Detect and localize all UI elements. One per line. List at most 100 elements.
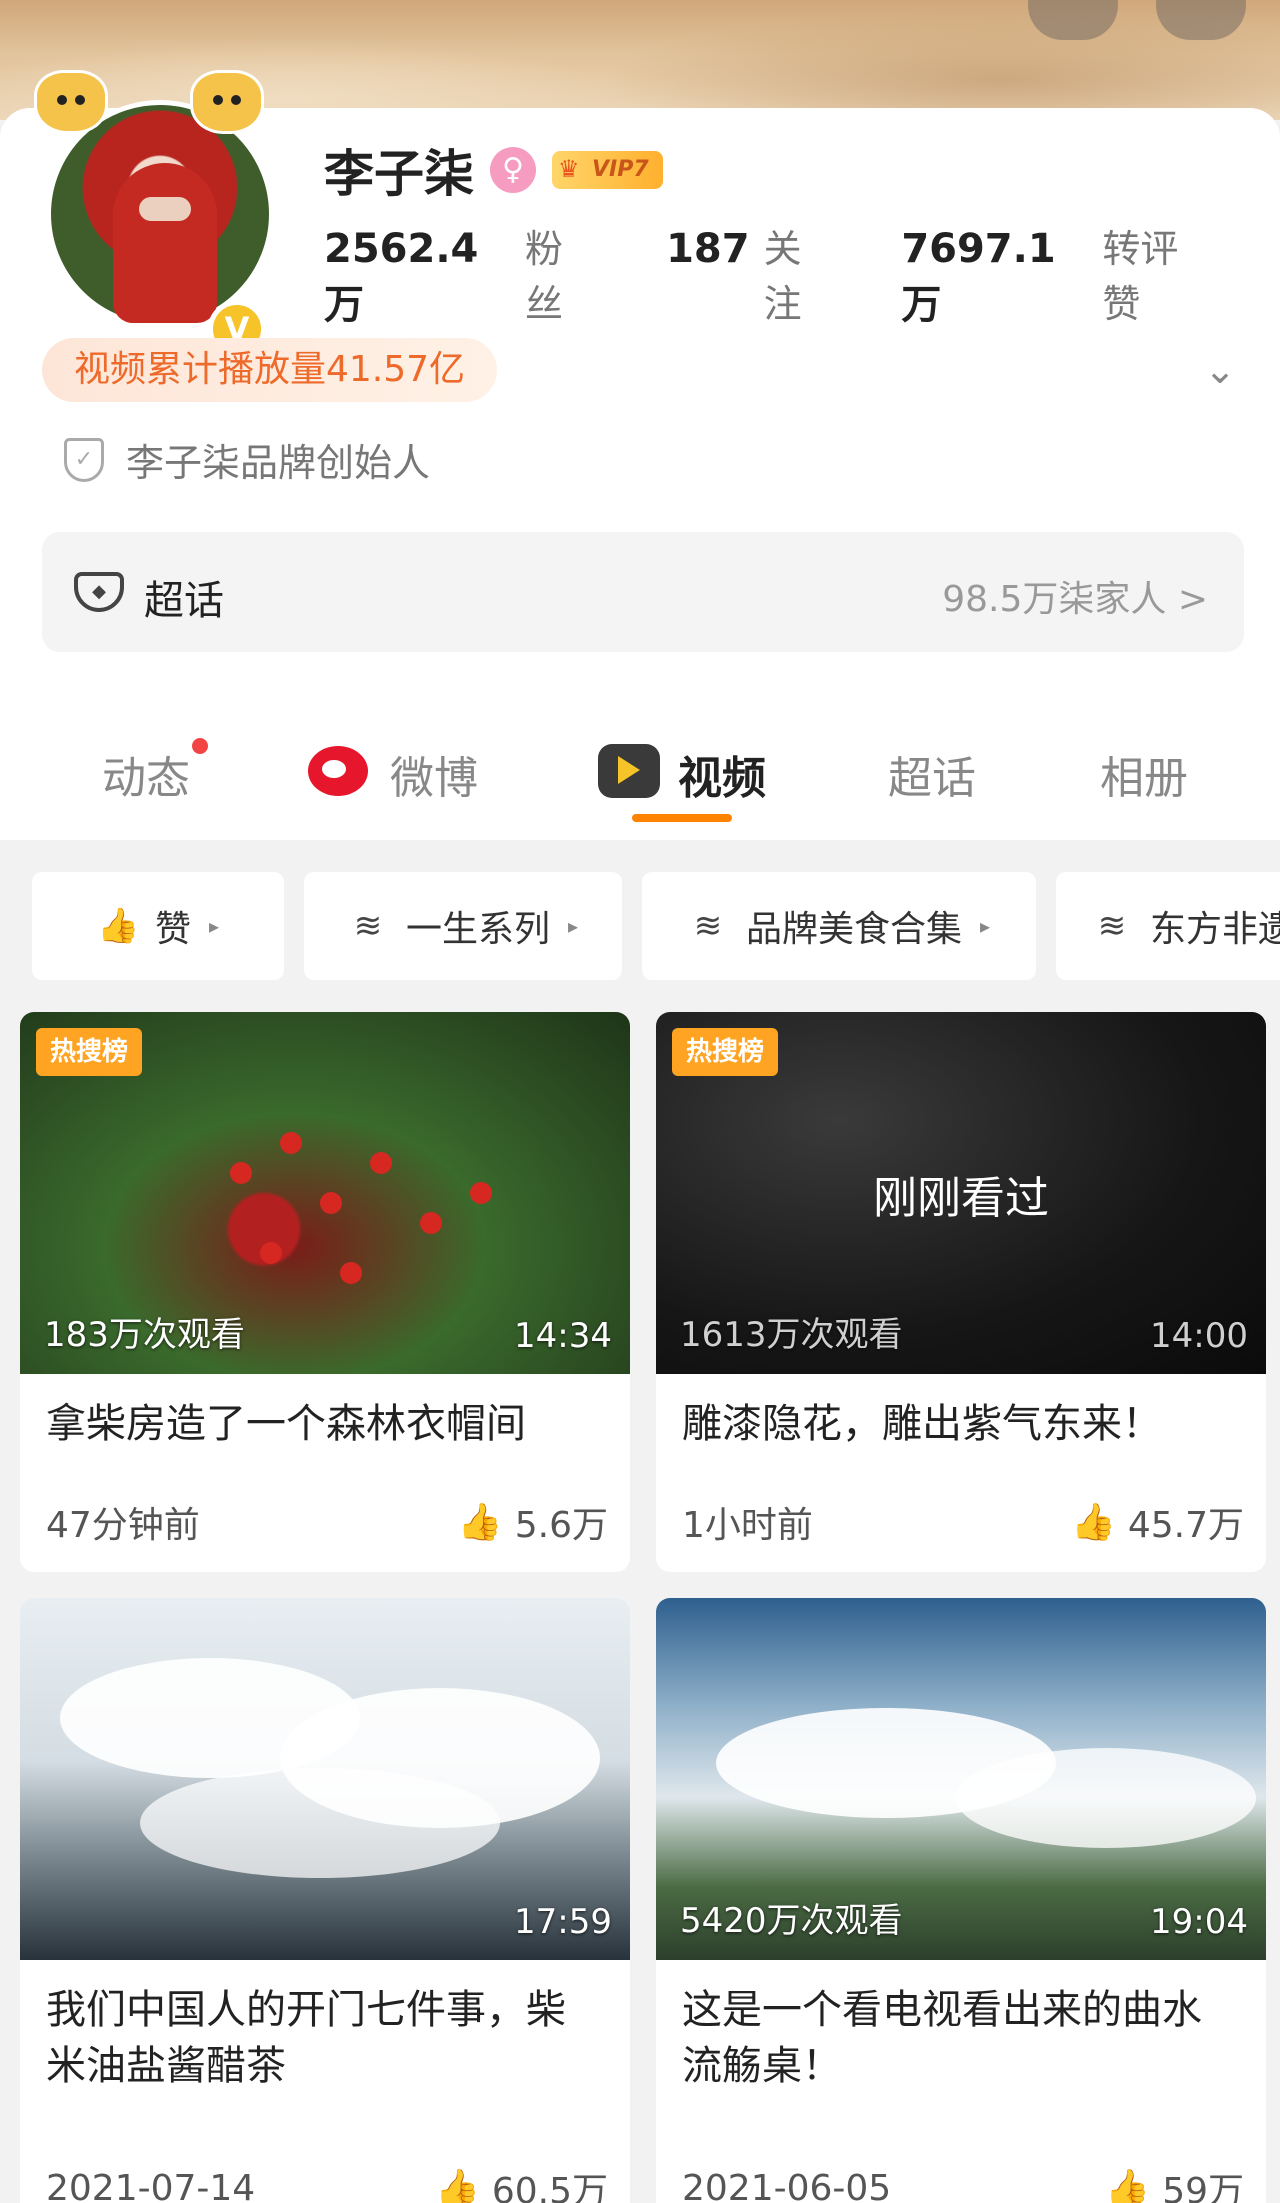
video-card[interactable]: 17:59 我们中国人的开门七件事，柴米油盐酱醋茶 2021-07-14 👍 6… (20, 1598, 630, 2203)
like-count: 5.6万 (514, 1505, 608, 1546)
vip-label: VIP7 (592, 157, 649, 182)
video-duration: 17:59 (514, 1902, 612, 1942)
avatar[interactable] (46, 100, 274, 328)
diamond-icon: ◆ (74, 572, 124, 612)
video-meta: 2021-06-05 👍 59万 (682, 2162, 1244, 2203)
video-thumbnail[interactable]: 5420万次观看 19:04 (656, 1598, 1266, 1960)
tab-label: 动态 (102, 753, 190, 804)
video-card[interactable]: 热搜榜 183万次观看 14:34 拿柴房造了一个森林衣帽间 47分钟前 👍 5… (20, 1012, 630, 1572)
supertopic-entry[interactable]: ◆ 超话 98.5万柒家人 > (42, 532, 1244, 652)
thumbs-up-icon: 👍 (435, 2168, 480, 2203)
post-time: 1小时前 (682, 1505, 813, 1546)
female-gender-icon: ♀ (490, 147, 536, 193)
tab-album[interactable]: 相册 (1100, 742, 1188, 806)
thumbs-up-icon: 👍 (457, 1502, 503, 1543)
post-time: 2021-07-14 (46, 2167, 256, 2203)
video-card[interactable]: 5420万次观看 19:04 这是一个看电视看出来的曲水流觞桌！ 2021-06… (656, 1598, 1266, 2203)
profile-name: 李子柒 (324, 145, 474, 203)
following-stat[interactable]: 187 关注 (666, 218, 833, 328)
chip-like[interactable]: 👍 赞 ▸ (32, 872, 284, 980)
avatar-figure (113, 163, 217, 323)
view-count: 5420万次观看 (680, 1901, 903, 1941)
vip-badge[interactable]: ♛ VIP7 (552, 151, 663, 189)
avatar-wrapper: V (34, 70, 280, 358)
tab-video[interactable]: 视频 (678, 742, 766, 806)
ox-sticker-icon (190, 70, 264, 134)
video-meta: 2021-07-14 👍 60.5万 (46, 2162, 608, 2203)
video-title: 雕漆隐花，雕出紫气东来！ (682, 1401, 1162, 1447)
chip-food-collection[interactable]: ≋ 品牌美食合集 ▸ (642, 872, 1036, 980)
crown-icon: ♛ (558, 155, 580, 183)
video-meta: 47分钟前 👍 5.6万 (46, 1496, 608, 1548)
like-button[interactable]: 👍 45.7万 (1071, 1496, 1244, 1548)
video-thumbnail[interactable]: 热搜榜 刚刚看过 1613万次观看 14:00 (656, 1012, 1266, 1374)
video-play-icon (598, 744, 660, 798)
video-meta: 1小时前 👍 45.7万 (682, 1496, 1244, 1548)
play-count-badge[interactable]: 视频累计播放量41.57亿 (42, 338, 498, 402)
post-time: 2021-06-05 (682, 2167, 892, 2203)
video-title: 这是一个看电视看出来的曲水流觞桌！ (682, 1987, 1202, 2089)
video-thumbnail[interactable]: 热搜榜 183万次观看 14:34 (20, 1012, 630, 1374)
stat-number: 7697.1万 (901, 226, 1056, 328)
notification-dot (192, 738, 208, 754)
video-duration: 14:34 (514, 1316, 612, 1356)
stat-label: 粉丝 (524, 227, 563, 326)
video-duration: 19:04 (1150, 1902, 1248, 1942)
video-card[interactable]: 热搜榜 刚刚看过 1613万次观看 14:00 雕漆隐花，雕出紫气东来！ 1小时… (656, 1012, 1266, 1572)
video-duration: 14:00 (1150, 1316, 1248, 1356)
video-thumbnail[interactable]: 17:59 (20, 1598, 630, 1960)
like-count: 45.7万 (1127, 1505, 1244, 1546)
like-button[interactable]: 👍 5.6万 (458, 1496, 608, 1548)
verification-info: ✓ 李子柒品牌创始人 (64, 432, 430, 487)
thumbs-up-icon: 👍 (1105, 2168, 1151, 2203)
chip-heritage[interactable]: ≋ 东方非遗 (1056, 872, 1280, 980)
profile-stats: 2562.4万 粉丝 187 关注 7697.1万 转评赞 (324, 218, 1280, 330)
layers-icon: ≋ (693, 906, 723, 946)
caret-right-icon: ▸ (567, 914, 579, 938)
filter-chips: 👍 赞 ▸ ≋ 一生系列 ▸ ≋ 品牌美食合集 ▸ ≋ 东方非遗 (0, 872, 1280, 982)
chip-label: 赞 (154, 909, 191, 950)
post-time: 47分钟前 (46, 1505, 200, 1546)
interactions-stat[interactable]: 7697.1万 转评赞 (901, 218, 1212, 330)
layers-icon: ≋ (353, 906, 383, 946)
chip-label: 一生系列 (405, 909, 550, 950)
view-count: 1613万次观看 (680, 1315, 903, 1355)
chevron-down-icon[interactable]: ⌄ (1198, 348, 1242, 392)
caret-right-icon: ▸ (979, 914, 991, 938)
verification-text: 李子柒品牌创始人 (126, 441, 431, 485)
chip-label: 东方非遗 (1150, 909, 1280, 950)
shield-icon: ✓ (64, 437, 104, 482)
recently-watched-label: 刚刚看过 (873, 1173, 1049, 1224)
like-button[interactable]: 👍 60.5万 (435, 2162, 608, 2203)
tab-supertopic[interactable]: 超话 (888, 742, 976, 806)
view-count: 183万次观看 (44, 1315, 245, 1355)
hot-search-badge: 热搜榜 (672, 1028, 779, 1076)
stat-number: 187 (666, 226, 750, 272)
stat-label: 关注 (763, 227, 802, 326)
like-count: 59万 (1162, 2171, 1244, 2203)
layers-icon: ≋ (1097, 906, 1127, 946)
profile-tabs: 动态 微博 视频 超话 相册 (0, 712, 1280, 840)
thumbs-up-icon: 👍 (1071, 1502, 1116, 1543)
video-title: 我们中国人的开门七件事，柴米油盐酱醋茶 (46, 1987, 566, 2089)
ox-sticker-icon (34, 70, 108, 134)
video-title: 拿柴房造了一个森林衣帽间 (46, 1401, 526, 1447)
active-tab-indicator (632, 814, 732, 822)
tab-weibo[interactable]: 微博 (390, 742, 478, 806)
supertopic-label: 超话 (144, 578, 224, 624)
stat-label: 转评赞 (1102, 227, 1179, 326)
supertopic-members: 98.5万柒家人 > (942, 579, 1208, 620)
caret-right-icon: ▸ (208, 914, 220, 938)
chip-label: 品牌美食合集 (745, 909, 962, 950)
followers-stat[interactable]: 2562.4万 粉丝 (324, 218, 598, 330)
thumbs-up-icon: 👍 (96, 906, 140, 946)
tab-feed[interactable]: 动态 (102, 738, 208, 806)
weibo-logo-icon (308, 746, 368, 796)
avatar-face (139, 197, 191, 221)
chip-life-series[interactable]: ≋ 一生系列 ▸ (304, 872, 622, 980)
stat-number: 2562.4万 (324, 226, 479, 328)
like-count: 60.5万 (491, 2171, 608, 2203)
name-row: 李子柒 ♀ ♛ VIP7 (324, 134, 663, 206)
hot-search-badge: 热搜榜 (36, 1028, 143, 1076)
like-button[interactable]: 👍 59万 (1105, 2162, 1244, 2203)
